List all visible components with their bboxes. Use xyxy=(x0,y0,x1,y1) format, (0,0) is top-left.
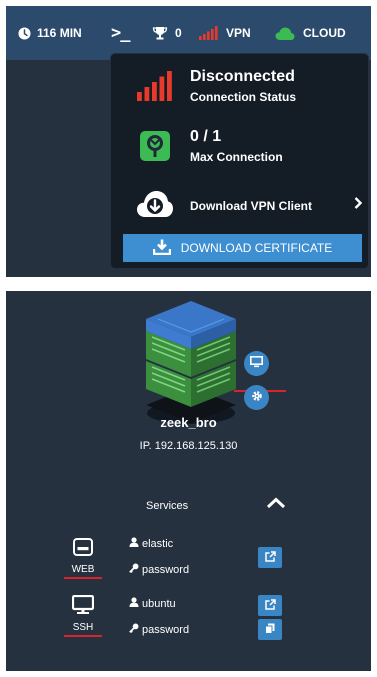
service-label-ssh: SSH xyxy=(72,622,94,633)
connection-status-title: Disconnected xyxy=(190,68,295,85)
chevron-right-icon xyxy=(354,196,363,212)
download-certificate-label: DOWNLOAD CERTIFICATE xyxy=(180,241,333,255)
vpn-label: VPN xyxy=(226,26,251,40)
open-external-icon xyxy=(264,549,276,567)
open-web-button[interactable] xyxy=(258,547,282,568)
vpn-dropdown: Disconnected Connection Status 0 / 1 Max… xyxy=(110,53,369,269)
cloud-download-icon xyxy=(135,184,175,224)
key-icon xyxy=(129,623,142,636)
connection-pin-icon xyxy=(135,126,175,166)
vpn-panel: 116 MIN >_ 0 VPN CLOUD Disconnected Conn… xyxy=(6,6,371,277)
time-remaining: 116 MIN xyxy=(18,6,82,60)
connection-count: 0 / 1 xyxy=(190,128,222,145)
web-server-icon xyxy=(68,538,98,556)
service-label-web: WEB xyxy=(71,564,95,575)
connection-status-row: Disconnected Connection Status xyxy=(111,62,370,108)
cloud-icon xyxy=(275,27,295,40)
copy-icon xyxy=(265,621,275,639)
machine-panel: zeek_bro IP. 192.168.125.130 Services WE… xyxy=(6,291,371,671)
gear-icon xyxy=(251,389,263,407)
signal-icon xyxy=(199,26,219,40)
clock-icon xyxy=(18,26,31,40)
trophy-button[interactable]: 0 xyxy=(152,6,182,60)
password-ssh: password xyxy=(129,623,189,636)
connection-status-subtitle: Connection Status xyxy=(190,90,297,104)
user-icon xyxy=(129,597,142,610)
machine-name: zeek_bro xyxy=(160,415,217,430)
cloud-button[interactable]: CLOUD xyxy=(275,6,346,60)
settings-button[interactable] xyxy=(244,385,269,410)
time-label: 116 MIN xyxy=(37,26,82,40)
download-certificate-button[interactable]: DOWNLOAD CERTIFICATE xyxy=(123,234,362,262)
download-vpn-client-row[interactable]: Download VPN Client xyxy=(111,180,370,226)
console-button[interactable] xyxy=(244,351,269,376)
open-external-icon xyxy=(264,597,276,615)
monitor-icon xyxy=(68,595,98,615)
highlight-underline xyxy=(64,635,102,637)
connection-subtitle: Max Connection xyxy=(190,150,283,164)
monitor-icon xyxy=(250,355,263,373)
open-ssh-button[interactable] xyxy=(258,595,282,616)
copy-password-button[interactable] xyxy=(258,619,282,640)
vpn-button[interactable]: VPN xyxy=(199,6,251,60)
top-bar: 116 MIN >_ 0 VPN CLOUD xyxy=(6,6,371,60)
services-label: Services xyxy=(146,500,189,512)
highlight-underline xyxy=(64,577,102,579)
cloud-label: CLOUD xyxy=(303,26,346,40)
user-icon xyxy=(129,537,142,550)
trophy-count: 0 xyxy=(175,26,182,40)
terminal-glyph: >_ xyxy=(111,23,131,43)
ip-address: IP. 192.168.125.130 xyxy=(139,440,238,452)
trophy-icon xyxy=(152,26,168,40)
key-icon xyxy=(129,563,142,576)
download-vpn-client-label: Download VPN Client xyxy=(190,199,313,213)
password-web: password xyxy=(129,563,189,576)
username-ssh: ubuntu xyxy=(129,597,176,610)
download-tray-icon xyxy=(152,239,171,258)
signal-icon xyxy=(135,66,175,106)
username-web: elastic xyxy=(129,537,173,550)
chevron-up-icon[interactable] xyxy=(266,496,286,514)
max-connection-row: 0 / 1 Max Connection xyxy=(111,122,370,168)
terminal-icon[interactable]: >_ xyxy=(111,6,131,60)
server-icon xyxy=(136,297,246,425)
